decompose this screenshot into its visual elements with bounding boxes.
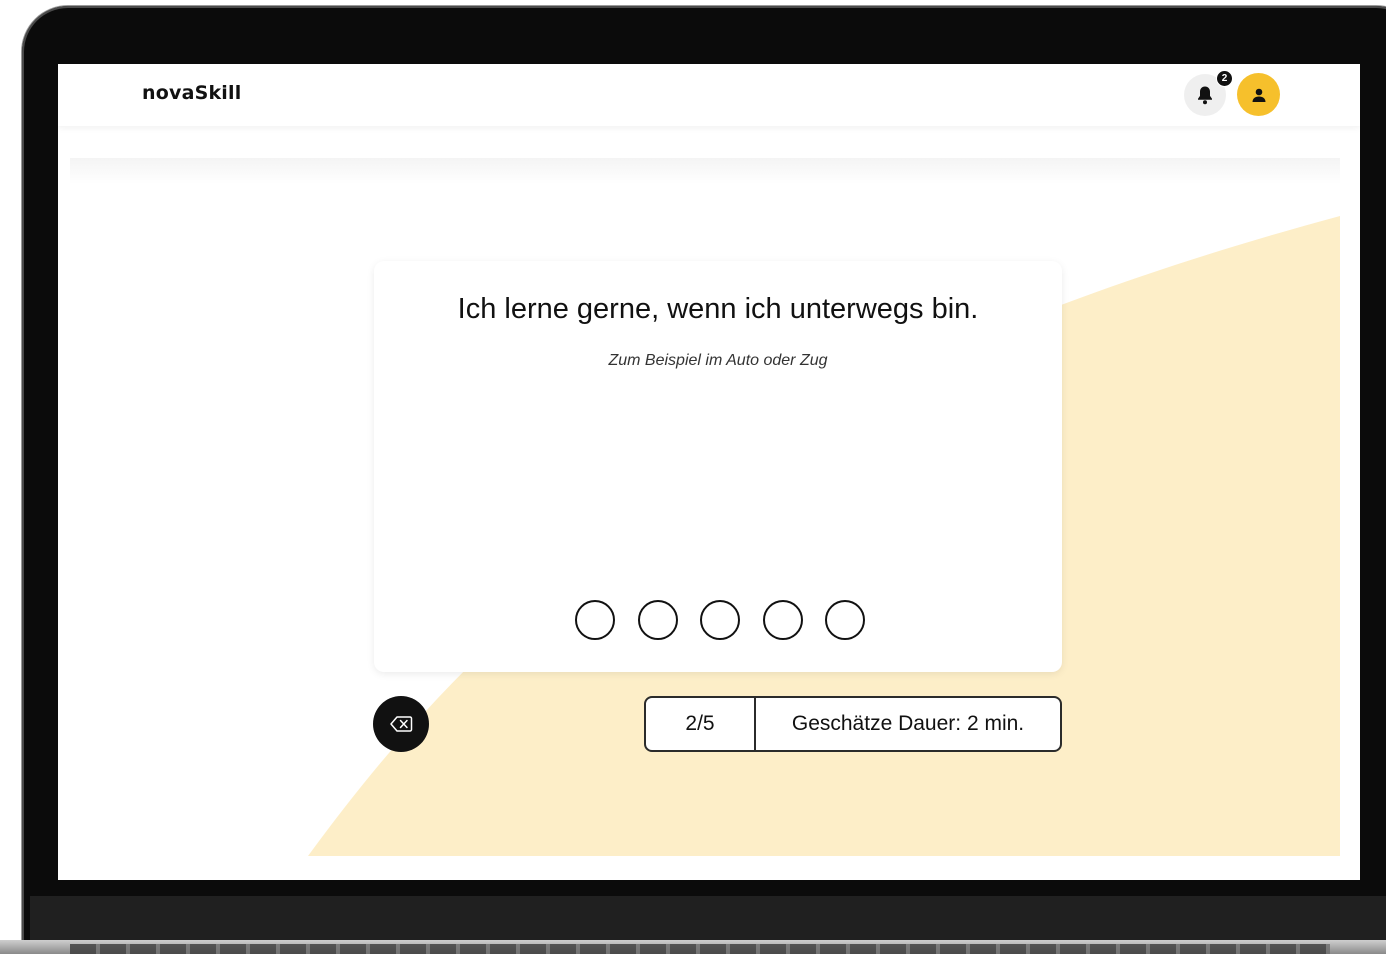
progress-count: 2/5 xyxy=(646,698,756,750)
app-screen: novaSkill 2 Ich lerne gerne, wenn ich un… xyxy=(58,64,1360,880)
profile-button[interactable] xyxy=(1237,73,1280,116)
answer-option-5[interactable] xyxy=(825,600,865,640)
question-text: Ich lerne gerne, wenn ich unterwegs bin. xyxy=(457,293,979,325)
answer-scale xyxy=(575,600,865,640)
bell-icon xyxy=(1198,86,1212,105)
progress-indicator: 2/5 Geschätze Dauer: 2 min. xyxy=(644,696,1062,752)
answer-option-4[interactable] xyxy=(762,600,803,640)
sub-header-bar xyxy=(70,158,1340,184)
backspace-icon xyxy=(390,716,413,732)
laptop-chin xyxy=(30,896,1386,946)
question-card: Ich lerne gerne, wenn ich unterwegs bin.… xyxy=(374,261,1062,672)
laptop-keyboard xyxy=(70,944,1330,954)
question-hint: Zum Beispiel im Auto oder Zug xyxy=(608,352,828,369)
estimated-duration: Geschätze Dauer: 2 min. xyxy=(791,712,1025,735)
back-button[interactable] xyxy=(373,696,429,752)
answer-option-3[interactable] xyxy=(700,600,740,640)
answer-option-1[interactable] xyxy=(575,600,615,640)
notification-count-badge: 2 xyxy=(1216,70,1233,87)
user-icon xyxy=(1252,88,1265,102)
app-logo[interactable]: novaSkill xyxy=(142,82,241,104)
top-header: novaSkill 2 xyxy=(58,64,1360,126)
answer-option-2[interactable] xyxy=(637,600,678,640)
